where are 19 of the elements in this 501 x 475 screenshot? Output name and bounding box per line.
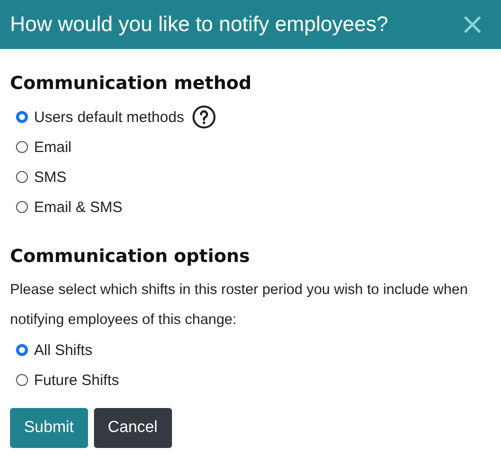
dialog-title: How would you like to notify employees? xyxy=(10,12,388,36)
radio-button[interactable] xyxy=(16,171,28,183)
radio-button[interactable] xyxy=(16,201,28,213)
radio-label[interactable]: All Shifts xyxy=(34,342,92,358)
radio-button[interactable] xyxy=(16,111,28,123)
radio-label[interactable]: Email xyxy=(34,138,72,156)
radio-label[interactable]: SMS xyxy=(34,168,67,186)
radio-button[interactable] xyxy=(16,344,28,356)
submit-button[interactable]: Submit xyxy=(10,408,88,448)
radio-button[interactable] xyxy=(16,141,28,153)
cancel-button[interactable]: Cancel xyxy=(94,408,172,448)
radio-label[interactable]: Users default methods xyxy=(34,108,184,126)
help-icon[interactable] xyxy=(192,105,216,129)
radio-button[interactable] xyxy=(16,374,28,386)
radio-label[interactable]: Future Shifts xyxy=(34,372,120,388)
description-text: Please select which shifts in this roster period you wish to include when notifying employees of this change: xyxy=(10,281,469,330)
section-heading: Communication options xyxy=(10,246,251,267)
radio-label[interactable]: Email & SMS xyxy=(34,198,122,216)
section-heading: Communication method xyxy=(10,73,253,94)
